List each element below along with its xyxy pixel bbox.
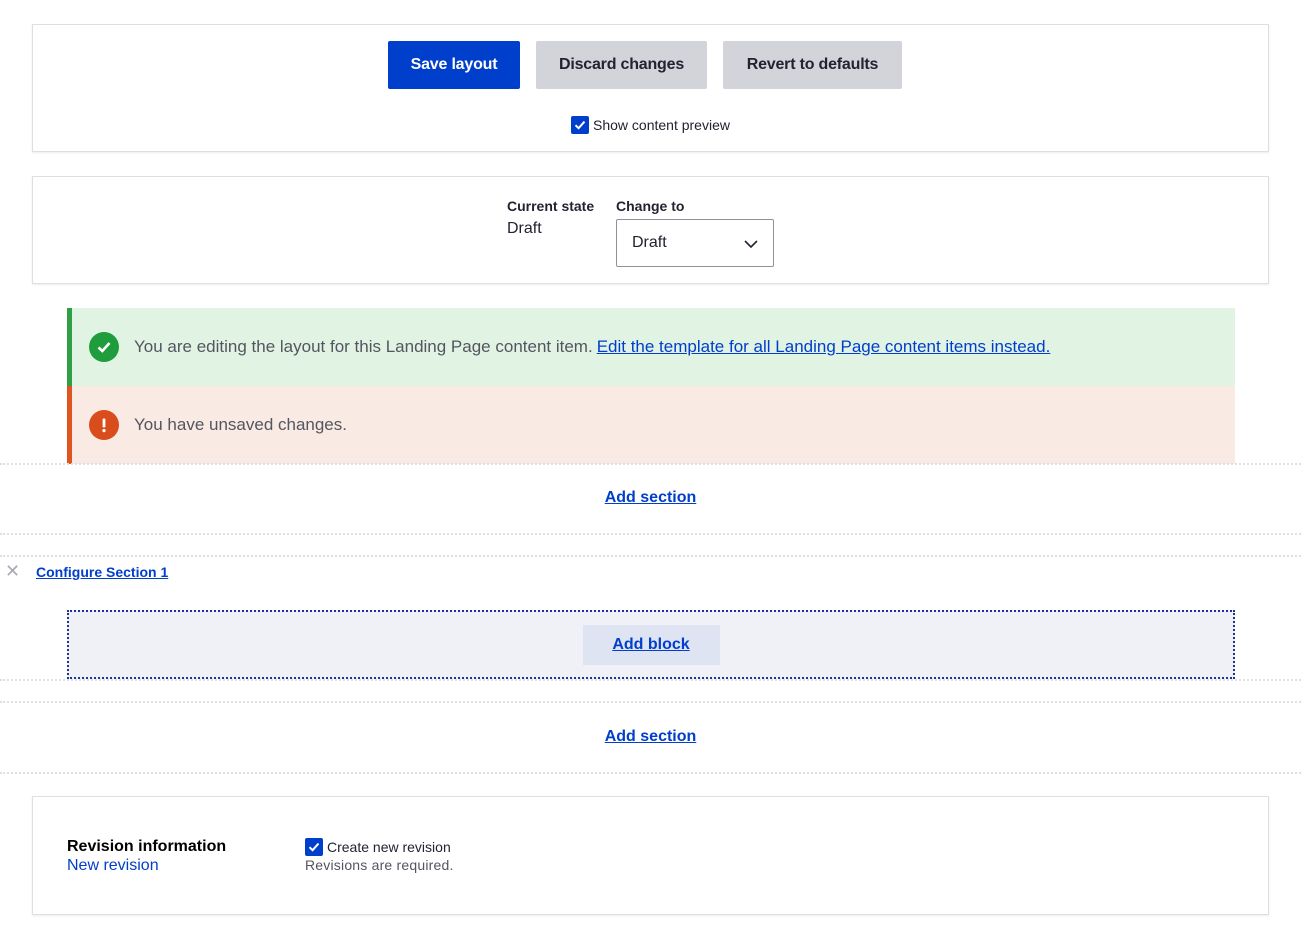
- divider: [0, 533, 1301, 535]
- add-section-top: Add section: [0, 489, 1301, 507]
- revert-to-defaults-button[interactable]: Revert to defaults: [723, 41, 902, 89]
- checkbox-checked-icon[interactable]: [305, 838, 323, 856]
- add-section-bottom: Add section: [0, 728, 1301, 746]
- change-to-label: Change to: [616, 198, 685, 214]
- save-layout-button[interactable]: Save layout: [388, 41, 520, 89]
- revision-panel: Revision information New revision Create…: [32, 796, 1269, 915]
- create-new-revision-toggle[interactable]: Create new revision: [305, 838, 451, 856]
- layout-actions-panel: Save layout Discard changes Revert to de…: [32, 24, 1269, 152]
- show-content-preview-label: Show content preview: [593, 117, 730, 133]
- current-state-value: Draft: [507, 220, 542, 237]
- edit-template-link[interactable]: Edit the template for all Landing Page c…: [597, 337, 1051, 357]
- divider: [0, 463, 1301, 465]
- divider: [0, 701, 1301, 703]
- current-state: Current state Draft: [507, 198, 594, 238]
- create-new-revision-label: Create new revision: [327, 839, 451, 855]
- discard-changes-button[interactable]: Discard changes: [536, 41, 707, 89]
- section-divider: [0, 679, 1301, 681]
- section-divider: [0, 555, 1301, 557]
- change-to-selected-value: Draft: [632, 234, 667, 251]
- change-to: Change to Draft: [616, 198, 774, 267]
- status-message: You are editing the layout for this Land…: [67, 308, 1235, 386]
- warning-message: You have unsaved changes.: [67, 386, 1235, 464]
- moderation-panel: Current state Draft Change to Draft: [32, 176, 1269, 284]
- add-section-link[interactable]: Add section: [605, 489, 697, 506]
- change-to-select[interactable]: Draft: [616, 219, 774, 267]
- close-icon[interactable]: ✕: [5, 562, 20, 580]
- warning-message-text: You have unsaved changes.: [134, 415, 347, 434]
- add-block-link[interactable]: Add block: [612, 636, 689, 654]
- checkbox-checked-icon[interactable]: [571, 116, 589, 134]
- revision-information-title[interactable]: Revision information: [67, 838, 226, 856]
- revision-summary: New revision: [67, 857, 159, 874]
- revision-description: Revisions are required.: [305, 857, 454, 873]
- chevron-down-icon: [744, 240, 758, 249]
- add-block-container: Add block: [582, 624, 720, 665]
- section-region: Add block: [67, 610, 1235, 679]
- check-circle-icon: [89, 332, 119, 362]
- exclamation-circle-icon: [89, 410, 119, 440]
- configure-section-link[interactable]: Configure Section 1: [36, 564, 168, 580]
- status-message-text: You are editing the layout for this Land…: [134, 337, 593, 356]
- current-state-label: Current state: [507, 198, 595, 214]
- add-section-link[interactable]: Add section: [605, 728, 697, 745]
- divider: [0, 772, 1301, 774]
- show-content-preview-toggle[interactable]: Show content preview: [571, 116, 730, 134]
